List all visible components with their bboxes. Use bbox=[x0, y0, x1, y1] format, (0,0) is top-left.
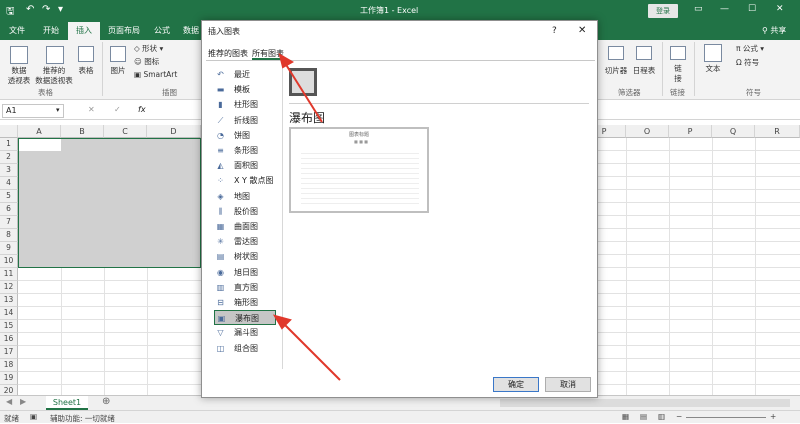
arrow-head bbox=[272, 314, 292, 330]
annotation-arrows bbox=[272, 52, 341, 381]
arrow-head bbox=[278, 52, 295, 69]
annotation-arrow bbox=[284, 324, 341, 381]
annotation-arrow bbox=[284, 62, 323, 123]
